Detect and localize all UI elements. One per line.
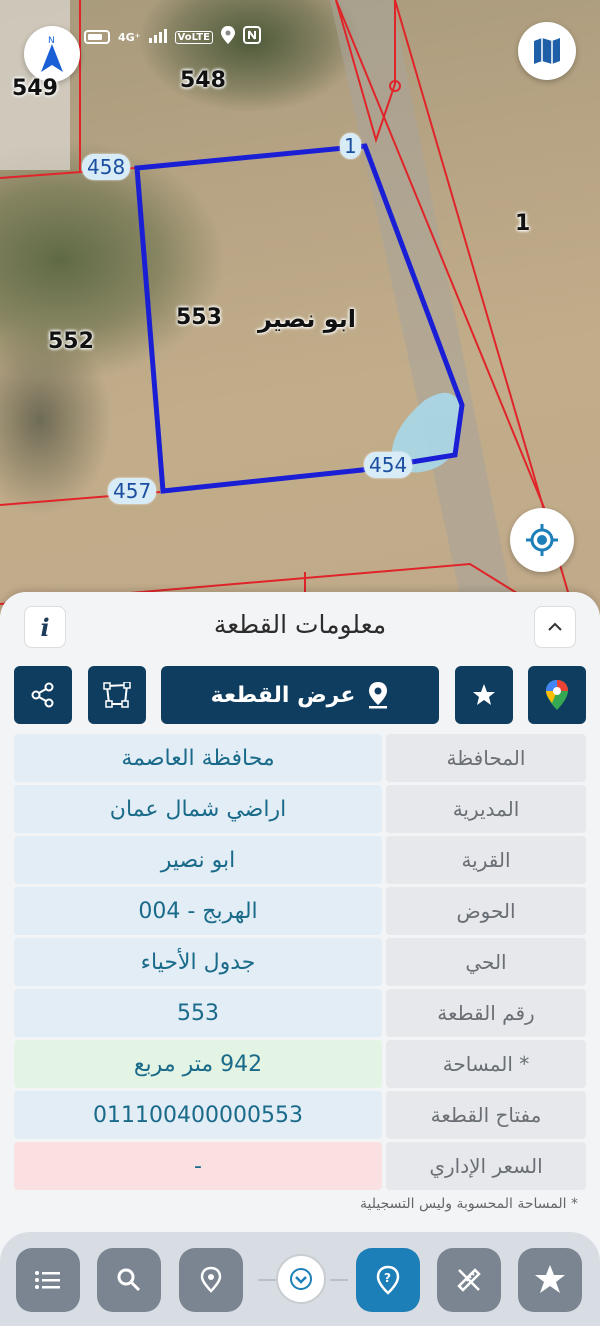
parcel-label-549[interactable]: 549 [12,76,58,101]
table-row: 942 متر مربع المساحة * [14,1040,586,1088]
show-plot-button[interactable]: عرض القطعة [161,666,439,724]
table-row: 011100400000553 مفتاح القطعة [14,1091,586,1139]
location-status-icon [220,26,235,48]
google-maps-icon[interactable] [528,666,586,724]
parcel-label-553[interactable]: 553 [176,305,222,330]
village-label: ابو نصير [258,305,357,333]
show-plot-label: عرض القطعة [210,682,356,708]
table-row: الهربج - 004 الحوض [14,887,586,935]
table-row: محافظة العاصمة المحافظة [14,734,586,782]
basin-value: الهربج - 004 [14,887,382,935]
map-book-icon[interactable] [518,22,576,80]
nav-divider [330,1279,348,1281]
table-row: ابو نصير القرية [14,836,586,884]
governorate-key: المحافظة [386,734,586,782]
panel-title: معلومات القطعة [213,610,387,639]
admin-price-key: السعر الإداري [386,1142,586,1190]
compass-north-icon[interactable]: N [24,26,80,82]
status-bar: 4G⁺ VoLTE [84,26,261,48]
search-icon[interactable] [97,1248,161,1312]
battery-icon [84,30,110,44]
vertex-label-457: 457 [108,478,157,504]
plot-info-table: محافظة العاصمة المحافظة اراضي شمال عمان … [14,734,586,1193]
basin-key: الحوض [386,887,586,935]
table-row: - السعر الإداري [14,1142,586,1190]
table-row: اراضي شمال عمان المديرية [14,785,586,833]
area-value: 942 متر مربع [14,1040,382,1088]
signal-icon [148,28,167,47]
bottom-nav: ? [0,1232,600,1326]
road [330,0,520,640]
plot-number-key: رقم القطعة [386,989,586,1037]
ruler-icon[interactable] [437,1248,501,1312]
favorite-star-icon[interactable] [455,666,513,724]
directorate-key: المديرية [386,785,586,833]
network-type: 4G⁺ [118,30,141,44]
plot-info-panel: i معلومات القطعة عرض القطعة DALEEL AQAR … [0,592,600,1326]
neighborhood-value: جدول الأحياء [14,938,382,986]
chevron-down-icon[interactable] [276,1254,326,1304]
plot-key-value: 011100400000553 [14,1091,382,1139]
village-value: ابو نصير [14,836,382,884]
chevron-up-icon[interactable] [534,606,576,648]
neighborhood-key: الحي [386,938,586,986]
table-row: 553 رقم القطعة [14,989,586,1037]
question-pin-icon[interactable]: ? [356,1248,420,1312]
village-key: القرية [386,836,586,884]
my-location-icon[interactable] [510,508,574,572]
polygon-draw-icon[interactable] [88,666,146,724]
vertex-label-458: 458 [82,154,131,180]
list-icon[interactable] [16,1248,80,1312]
location-pin-icon[interactable] [179,1248,243,1312]
panel-header: i معلومات القطعة [0,606,600,656]
vertex-label-454: 454 [364,452,413,478]
parcel-label-548[interactable]: 548 [180,68,226,93]
star-icon[interactable] [518,1248,582,1312]
nfc-icon [242,26,261,48]
parcel-label-552[interactable]: 552 [48,329,94,354]
vertex-label-1: 1 [340,133,361,159]
directorate-value: اراضي شمال عمان [14,785,382,833]
svg-text:?: ? [384,1271,391,1285]
admin-price-value: - [14,1142,382,1190]
plot-key-key: مفتاح القطعة [386,1091,586,1139]
nav-divider [258,1279,276,1281]
plot-number-value: 553 [14,989,382,1037]
area-footnote: * المساحة المحسوبة وليس التسجيلية [360,1196,578,1212]
location-pin-icon [369,682,388,709]
parcel-label-1[interactable]: 1 [515,211,530,236]
action-row: عرض القطعة DALEEL AQAR [14,666,586,760]
table-row: جدول الأحياء الحي [14,938,586,986]
svg-text:N: N [48,36,55,46]
governorate-value: محافظة العاصمة [14,734,382,782]
map-view[interactable]: 4G⁺ VoLTE N 549 548 552 553 1 ابو نصير 4… [0,0,600,640]
area-key: المساحة * [386,1040,586,1088]
share-icon[interactable] [14,666,72,724]
volte-badge: VoLTE [174,30,213,44]
